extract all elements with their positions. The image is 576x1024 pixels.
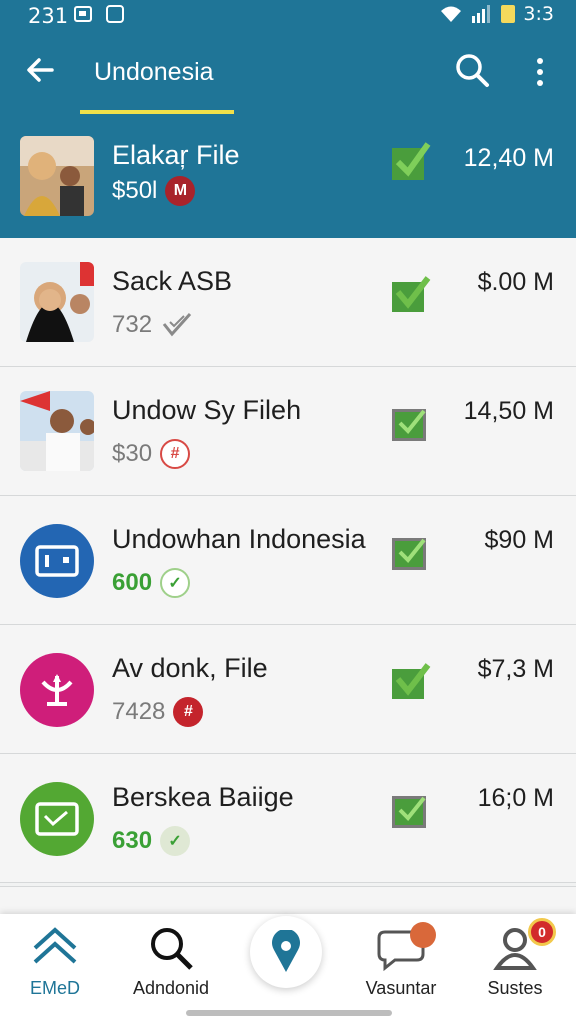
- list-item[interactable]: Sack ASB 732 $.00 M: [0, 238, 576, 367]
- file-size: $.00 M: [477, 268, 554, 296]
- file-name: Undowhan Indonesia: [112, 524, 366, 554]
- list-item[interactable]: Av donk, File 7428 # $7,3 M: [0, 625, 576, 754]
- badge-icon: ✓: [160, 826, 191, 856]
- search-icon[interactable]: [452, 50, 492, 90]
- search-icon: [151, 928, 193, 970]
- check-icon[interactable]: [390, 272, 432, 314]
- check-icon[interactable]: [390, 401, 432, 443]
- file-name: Berskea Baiige: [112, 782, 294, 812]
- notification-icon-2: [106, 5, 124, 23]
- nav-item-emed[interactable]: EMeD: [0, 914, 110, 1014]
- file-meta: 630 ✓: [112, 826, 191, 856]
- file-size: 14,50 M: [463, 397, 554, 425]
- file-count: $50l: [112, 177, 158, 204]
- nav-label: Sustes: [487, 978, 543, 998]
- flower-icon: [20, 653, 94, 727]
- nav-label: Adndonid: [132, 978, 210, 998]
- status-bar: 231 3:3: [0, 0, 576, 30]
- tab-indicator: [80, 110, 234, 114]
- back-arrow-icon[interactable]: [22, 52, 58, 88]
- page-title: Undonesia: [94, 58, 214, 86]
- list-item[interactable]: Berskea Baiige 630 ✓ 16;0 M: [0, 754, 576, 883]
- file-meta: 732: [112, 310, 194, 340]
- more-vert-icon[interactable]: [528, 54, 552, 90]
- check-icon[interactable]: [390, 788, 432, 830]
- file-name: Elakaŗ File: [112, 140, 240, 170]
- check-icon[interactable]: [390, 140, 432, 182]
- chevron-up-icon: [33, 927, 77, 964]
- notification-badge: 0: [528, 918, 556, 946]
- nav-label: Vasuntar: [365, 978, 437, 998]
- list-item[interactable]: Undowhan Indonesia 600 ✓ $90 M: [0, 496, 576, 625]
- location-button[interactable]: [250, 916, 322, 988]
- thumbnail: [20, 136, 94, 216]
- notification-dot: [410, 922, 436, 948]
- file-count: 732: [112, 311, 153, 338]
- file-name: Sack ASB: [112, 266, 233, 296]
- status-clock: 3:3: [523, 3, 554, 25]
- home-indicator[interactable]: [186, 1010, 392, 1016]
- check-icon[interactable]: [390, 659, 432, 701]
- file-size: 16;0 M: [477, 784, 554, 812]
- list-item[interactable]: Undow Sy Fileh $30 # 14,50 M: [0, 367, 576, 496]
- thumbnail: [20, 262, 94, 342]
- wallet-icon: [20, 524, 94, 598]
- file-size: 12,40 M: [463, 144, 554, 172]
- list-item-partial: [0, 886, 576, 916]
- file-meta: $30 #: [112, 439, 191, 469]
- notification-icon: [74, 6, 92, 22]
- file-name: Undow Sy Fileh: [112, 395, 302, 425]
- battery-icon: [501, 5, 516, 23]
- list-item[interactable]: Elakaŗ File $50l M 12,40 M: [0, 116, 576, 238]
- card-icon: [20, 782, 94, 856]
- file-count: $30: [112, 440, 153, 467]
- file-meta: 7428 #: [112, 697, 204, 727]
- check-icon[interactable]: [390, 530, 432, 572]
- location-pin-icon: [272, 930, 300, 972]
- file-count: 630: [112, 827, 153, 854]
- nav-item-search[interactable]: Adndonid: [116, 914, 226, 1014]
- badge-icon: #: [160, 439, 191, 469]
- nav-label: EMeD: [29, 978, 80, 998]
- file-name: Av donk, File: [112, 653, 268, 683]
- thumbnail: [20, 391, 94, 471]
- verified-icon: [162, 312, 192, 337]
- badge-icon: ✓: [160, 568, 191, 598]
- file-count: 7428: [112, 698, 166, 725]
- file-meta: 600 ✓: [112, 568, 191, 598]
- nav-item-chat[interactable]: Vasuntar: [346, 914, 456, 1014]
- file-meta: $50l M: [112, 176, 196, 206]
- status-time: 231: [28, 4, 69, 28]
- file-count: 600: [112, 569, 153, 596]
- file-size: $90 M: [484, 526, 554, 554]
- wifi-icon: [441, 6, 462, 22]
- file-list: Elakaŗ File $50l M 12,40 M Sack ASB 732 …: [0, 116, 576, 883]
- app-bar: Undonesia: [0, 30, 576, 116]
- badge-icon: #: [173, 697, 204, 727]
- file-size: $7,3 M: [477, 655, 554, 683]
- signal-icon: [472, 5, 491, 23]
- badge-icon: M: [165, 176, 196, 206]
